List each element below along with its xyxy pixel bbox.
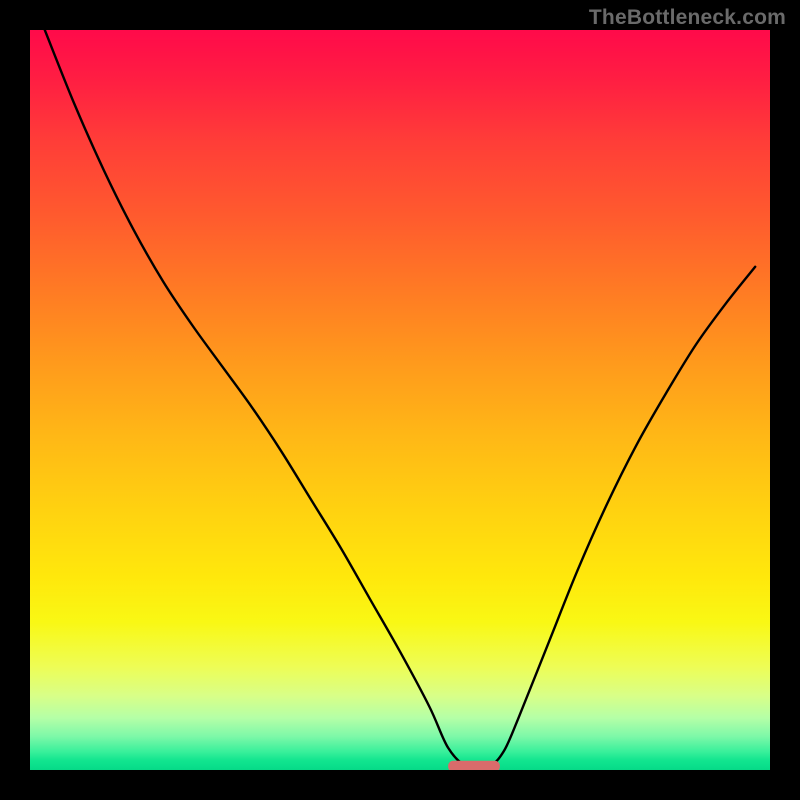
chart-frame: TheBottleneck.com: [0, 0, 800, 800]
curve-layer: [30, 30, 770, 770]
optimal-marker: [448, 761, 500, 770]
plot-area: [30, 30, 770, 770]
bottleneck-curve: [45, 30, 755, 768]
watermark-label: TheBottleneck.com: [589, 6, 786, 30]
